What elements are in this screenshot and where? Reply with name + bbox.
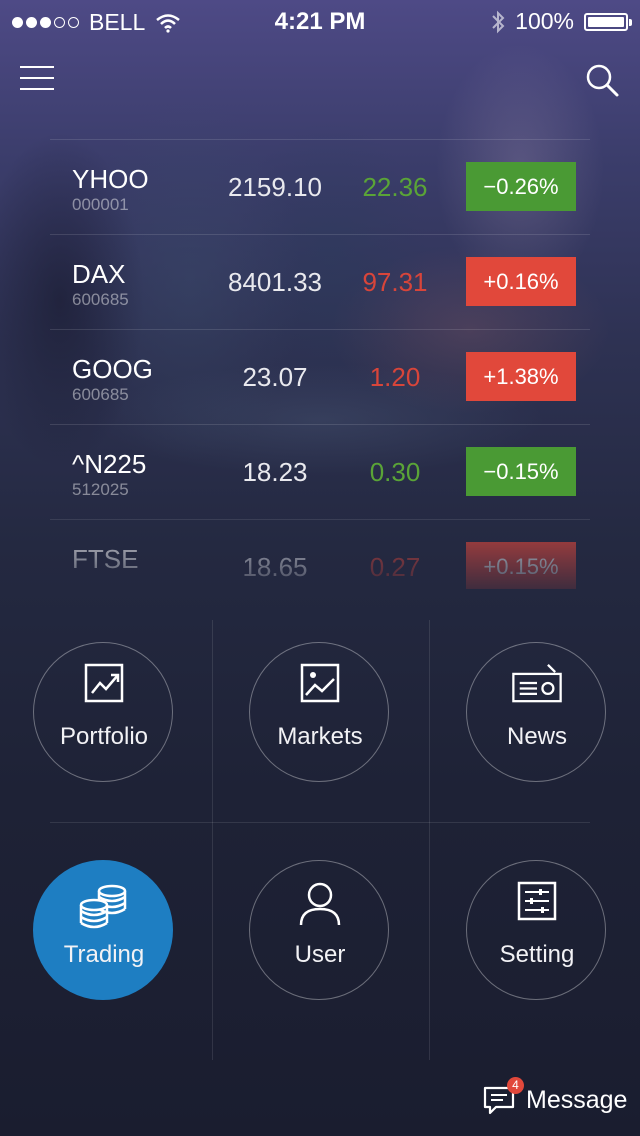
stock-percent-badge[interactable]: +1.38%	[466, 352, 576, 401]
trading-button[interactable]: Trading	[33, 860, 173, 1000]
stock-change: 22.36	[362, 172, 428, 202]
stock-row-n225[interactable]: ^N225 512025 18.23 0.30 −0.15%	[50, 424, 590, 519]
stock-symbol: DAX	[72, 259, 126, 289]
stock-row-yhoo[interactable]: YHOO 000001 2159.10 22.36 −0.26%	[50, 139, 590, 234]
status-right: 100%	[491, 8, 632, 35]
stock-percent-badge[interactable]: −0.26%	[466, 162, 576, 211]
stock-percent-badge[interactable]: −0.15%	[466, 447, 576, 496]
stock-list[interactable]: YHOO 000001 2159.10 22.36 −0.26% DAX 600…	[50, 139, 590, 589]
markets-button[interactable]: Markets	[249, 642, 389, 782]
status-bar: BELL 4:21 PM 100%	[0, 0, 640, 42]
stock-code: 000001	[72, 195, 129, 214]
bluetooth-icon	[492, 10, 505, 33]
stock-symbol: GOOG	[72, 354, 153, 384]
stock-symbol: FTSE	[72, 544, 139, 574]
news-label: News	[506, 723, 567, 750]
stock-percent-badge[interactable]: +0.15%	[466, 542, 576, 589]
message-label: Message	[526, 1085, 628, 1114]
stock-percent-badge[interactable]: +0.16%	[466, 257, 576, 306]
stock-price: 8401.33	[228, 267, 322, 297]
grid-divider	[50, 822, 590, 823]
stock-price: 2159.10	[228, 172, 322, 202]
stock-price: 18.23	[242, 457, 308, 487]
stock-change: 0.27	[369, 552, 421, 582]
news-button[interactable]: News	[466, 642, 606, 782]
stock-symbol: YHOO	[72, 164, 149, 194]
stock-row-goog[interactable]: GOOG 600685 23.07 1.20 +1.38%	[50, 329, 590, 424]
coins-icon	[79, 884, 127, 929]
user-label: User	[294, 941, 346, 968]
message-badge: 4	[507, 1077, 524, 1094]
search-icon[interactable]	[584, 62, 620, 98]
radio-icon	[512, 664, 562, 703]
stock-code: 600685	[72, 290, 129, 309]
trading-label: Trading	[63, 941, 145, 968]
stock-price: 18.65	[242, 552, 308, 582]
stock-row-dax[interactable]: DAX 600685 8401.33 97.31 +0.16%	[50, 234, 590, 329]
stock-symbol: ^N225	[72, 449, 147, 479]
message-button[interactable]: 4 Message	[482, 1077, 628, 1120]
stock-row-ftse[interactable]: FTSE 18.65 0.27 +0.15%	[50, 519, 590, 589]
grid-divider	[212, 620, 213, 1060]
setting-label: Setting	[499, 941, 575, 968]
stock-code: 600685	[72, 385, 129, 404]
setting-button[interactable]: Setting	[466, 860, 606, 1000]
portfolio-label: Portfolio	[59, 723, 149, 750]
sliders-icon	[517, 881, 557, 921]
stock-change: 97.31	[362, 267, 428, 297]
stock-code: 512025	[72, 480, 129, 499]
user-button[interactable]: User	[249, 860, 389, 1000]
chat-bubble-wrap: 4	[482, 1077, 524, 1117]
stock-change: 1.20	[369, 362, 421, 392]
markets-label: Markets	[277, 723, 363, 750]
portfolio-button[interactable]: Portfolio	[33, 642, 173, 782]
grid-divider	[429, 620, 430, 1060]
markets-image-icon	[300, 663, 340, 703]
hamburger-icon[interactable]	[20, 66, 54, 92]
portfolio-chart-icon	[84, 663, 124, 703]
stock-price: 23.07	[242, 362, 308, 392]
battery-percent: 100%	[515, 8, 574, 34]
battery-icon	[584, 12, 632, 31]
stock-change: 0.30	[369, 457, 421, 487]
user-icon	[299, 882, 341, 926]
